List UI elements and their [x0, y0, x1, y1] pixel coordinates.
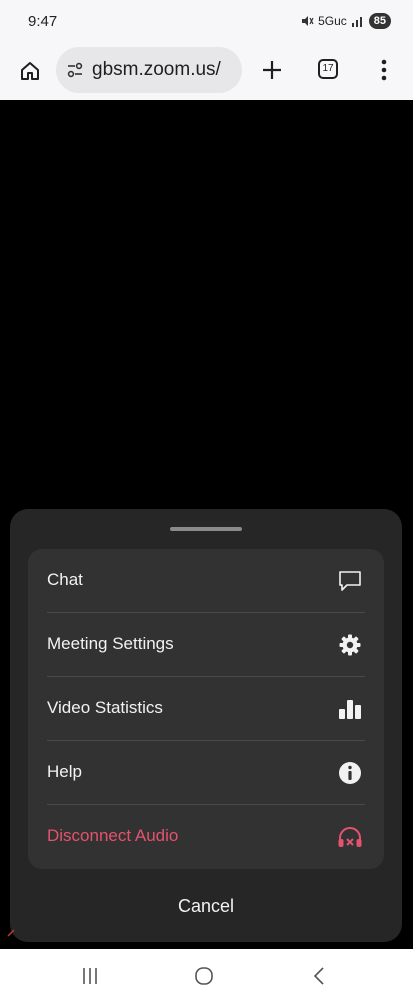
headphones-disconnect-icon [338, 827, 362, 847]
info-icon [339, 762, 361, 784]
options-menu: Chat Meeting Settings Video Statistics H… [28, 549, 384, 869]
status-indicators: 5Guc 85 [300, 13, 391, 29]
network-label: 5Guc [318, 14, 347, 28]
menu-item-chat[interactable]: Chat [28, 549, 384, 613]
status-time: 9:47 [28, 13, 58, 30]
browser-toolbar: gbsm.zoom.us/ 17 [0, 42, 413, 100]
meeting-viewport: Chat Meeting Settings Video Statistics H… [0, 100, 413, 949]
menu-item-meeting-settings[interactable]: Meeting Settings [28, 613, 384, 677]
address-bar[interactable]: gbsm.zoom.us/ [56, 47, 242, 93]
mute-icon [302, 16, 314, 26]
more-options-sheet: Chat Meeting Settings Video Statistics H… [10, 509, 402, 942]
drag-handle[interactable] [170, 527, 242, 531]
recent-apps-icon[interactable] [78, 965, 102, 987]
bar-chart-icon [339, 700, 361, 719]
menu-item-label: Chat [47, 570, 83, 589]
home-circle-icon[interactable] [192, 965, 216, 987]
menu-item-label: Help [47, 762, 82, 781]
more-menu-icon[interactable] [372, 56, 396, 84]
menu-item-label: Video Statistics [47, 698, 163, 717]
site-settings-icon[interactable] [66, 61, 84, 79]
status-bar: 9:47 5Guc 85 [0, 0, 413, 42]
back-icon[interactable] [308, 965, 332, 987]
battery-badge: 85 [368, 13, 391, 29]
home-icon[interactable] [18, 59, 42, 83]
system-nav-bar [0, 949, 413, 1003]
menu-item-video-statistics[interactable]: Video Statistics [28, 677, 384, 741]
zoom-indicator-icon [7, 929, 15, 937]
menu-item-help[interactable]: Help [28, 741, 384, 805]
menu-item-label: Meeting Settings [47, 634, 174, 653]
signal-icon [351, 17, 362, 27]
menu-item-label: Disconnect Audio [47, 826, 179, 845]
tab-switcher-button[interactable]: 17 [318, 59, 338, 79]
gear-icon [339, 634, 361, 656]
chat-bubble-icon [339, 571, 361, 591]
url-text: gbsm.zoom.us/ [92, 59, 221, 80]
menu-item-disconnect-audio[interactable]: Disconnect Audio [28, 805, 384, 869]
new-tab-icon[interactable] [258, 56, 286, 84]
cancel-button[interactable]: Cancel [10, 889, 402, 923]
